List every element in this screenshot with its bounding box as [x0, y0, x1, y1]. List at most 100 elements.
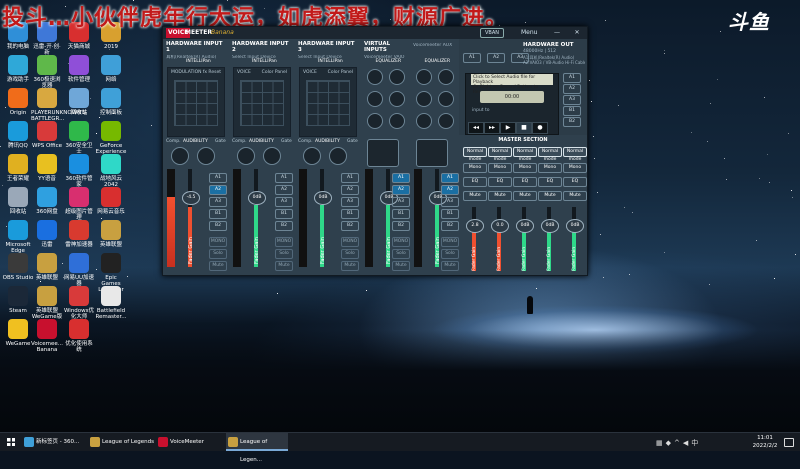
master-eq-b1[interactable]: EQ	[538, 177, 562, 187]
route-a1-button[interactable]: A1	[275, 173, 293, 183]
desktop-icon[interactable]: 英雄联盟	[95, 220, 127, 248]
eq-knob[interactable]	[367, 91, 383, 107]
close-button[interactable]: ✕	[567, 27, 587, 39]
eq-knob[interactable]	[389, 91, 405, 107]
route-b2-button[interactable]: B2	[341, 221, 359, 231]
desktop-icon[interactable]: 360网盘	[31, 187, 63, 215]
desktop-icon[interactable]: 360安全卫士	[63, 121, 95, 155]
desktop-icon[interactable]: Windows优化大师	[63, 286, 95, 320]
route-a1-button[interactable]: A1	[441, 173, 459, 183]
tape-route-b2-button[interactable]: B2	[563, 117, 581, 127]
eq-knob[interactable]	[416, 113, 432, 129]
desktop-icon[interactable]: GeForce Experience	[95, 121, 127, 155]
solo-button[interactable]: Solo	[392, 249, 410, 259]
desktop-icon[interactable]: 360极速浏览器	[31, 55, 63, 89]
master-mono-b1[interactable]: Mono	[538, 163, 562, 173]
desktop-icon[interactable]: Steam	[2, 286, 34, 314]
cassette-recorder[interactable]: Click to Select Audio file for Playback …	[465, 73, 559, 135]
comp-knob[interactable]	[171, 147, 189, 165]
voicemeeter-window[interactable]: VOICE MEETER Banana VBAN Menu — ✕ HARDWA…	[162, 26, 588, 276]
master-mode-b2[interactable]: Normal mode	[563, 147, 587, 162]
route-a2-button[interactable]: A2	[441, 185, 459, 195]
vban-button[interactable]: VBAN	[480, 28, 505, 38]
master-mute-b1[interactable]: Mute	[538, 191, 562, 201]
comp-knob[interactable]	[303, 147, 321, 165]
route-a3-button[interactable]: A3	[209, 197, 227, 207]
pan-knob[interactable]	[367, 139, 399, 167]
minimize-button[interactable]: —	[548, 27, 566, 39]
master-mute-a2[interactable]: Mute	[488, 191, 512, 201]
mono-button[interactable]: MONO	[341, 237, 359, 247]
desktop-icon[interactable]: 腾讯QQ	[2, 121, 34, 149]
mono-button[interactable]: MONO	[392, 237, 410, 247]
desktop-icon[interactable]: WeGame	[2, 319, 34, 347]
tape-slot[interactable]: Click to Select Audio file for Playback …	[471, 74, 553, 95]
desktop-icon[interactable]: 游戏助手	[2, 55, 34, 83]
taskbar-app[interactable]: League of Legen...	[226, 433, 288, 463]
route-b1-button[interactable]: B1	[341, 209, 359, 219]
master-eq-a2[interactable]: EQ	[488, 177, 512, 187]
desktop-icon[interactable]: Voicemee... Banana	[31, 319, 63, 353]
desktop-icon[interactable]: 战地风云 2042	[95, 154, 127, 188]
intellipan-pad[interactable]: VOICE Color Panel	[299, 67, 357, 137]
taskbar-app[interactable]: League of Legends	[88, 433, 154, 451]
intellipan-preset[interactable]: fx Reset	[203, 70, 221, 75]
master-mute-b2[interactable]: Mute	[563, 191, 587, 201]
master-fader-knob-a2[interactable]: 0.0	[491, 219, 509, 233]
mono-button[interactable]: MONO	[275, 237, 293, 247]
solo-button[interactable]: Solo	[341, 249, 359, 259]
taskbar-app[interactable]: VoiceMeeter	[156, 433, 224, 451]
master-eq-a3[interactable]: EQ	[513, 177, 537, 187]
route-b2-button[interactable]: B2	[209, 221, 227, 231]
desktop-icon[interactable]: Origin	[2, 88, 34, 116]
mute-button[interactable]: Mute	[392, 261, 410, 271]
route-b1-button[interactable]: B1	[392, 209, 410, 219]
route-a3-button[interactable]: A3	[341, 197, 359, 207]
desktop-icon[interactable]: 王者荣耀	[2, 154, 34, 182]
desktop-icon[interactable]: 网络	[95, 55, 127, 83]
intellipan-preset[interactable]: Color Panel	[328, 70, 353, 75]
eq-knob[interactable]	[389, 69, 405, 85]
desktop-icon[interactable]: 雷神加速器	[63, 220, 95, 248]
desktop-icon[interactable]: 软件管理	[63, 55, 95, 83]
stop-button[interactable]: ■	[516, 122, 532, 134]
desktop-icon[interactable]: 英雄联盟	[31, 253, 63, 281]
gate-knob[interactable]	[329, 147, 347, 165]
desktop-icon[interactable]: 360软件管家	[63, 154, 95, 188]
fader-knob[interactable]: 0dB	[314, 191, 332, 205]
desktop-icon[interactable]: 迅雷	[31, 220, 63, 248]
desktop-icon[interactable]: 优化使用系统	[63, 319, 95, 353]
eq-knob[interactable]	[438, 91, 454, 107]
desktop-icon[interactable]: 超级图片管理	[63, 187, 95, 221]
desktop-icon[interactable]: 网易UU加速器	[63, 253, 95, 287]
eq-knob[interactable]	[389, 113, 405, 129]
route-b2-button[interactable]: B2	[392, 221, 410, 231]
desktop-icon[interactable]: WPS Office	[31, 121, 63, 149]
intellipan-preset[interactable]: Color Panel	[262, 70, 287, 75]
route-a2-button[interactable]: A2	[275, 185, 293, 195]
master-fader-knob-b2[interactable]: 0dB	[566, 219, 584, 233]
desktop-icon[interactable]: Battlefield Remaster...	[95, 286, 127, 320]
route-a3-button[interactable]: A3	[275, 197, 293, 207]
route-a3-button[interactable]: A3	[392, 197, 410, 207]
desktop-icon[interactable]: 网易云音乐	[95, 187, 127, 215]
gate-knob[interactable]	[197, 147, 215, 165]
desktop-icon[interactable]: PLAYERUNKNOWN'S BATTLEGR...	[31, 88, 86, 122]
eq-knob[interactable]	[416, 69, 432, 85]
master-mono-a1[interactable]: Mono	[463, 163, 487, 173]
master-mode-a2[interactable]: Normal mode	[488, 147, 512, 162]
clock[interactable]: 11:01 2022/2/2	[752, 434, 778, 450]
route-b2-button[interactable]: B2	[275, 221, 293, 231]
play-button[interactable]: ▶	[500, 122, 516, 134]
tape-route-a1-button[interactable]: A1	[563, 73, 581, 83]
route-a3-button[interactable]: A3	[441, 197, 459, 207]
tape-route-a2-button[interactable]: A2	[563, 84, 581, 94]
fader-knob[interactable]: 0dB	[248, 191, 266, 205]
eq-knob[interactable]	[438, 113, 454, 129]
mono-button[interactable]: MONO	[441, 237, 459, 247]
route-a2-button[interactable]: A2	[209, 185, 227, 195]
master-mode-b1[interactable]: Normal mode	[538, 147, 562, 162]
mute-button[interactable]: Mute	[441, 261, 459, 271]
fader-knob[interactable]: -4.5	[182, 191, 200, 205]
eq-knob[interactable]	[416, 91, 432, 107]
